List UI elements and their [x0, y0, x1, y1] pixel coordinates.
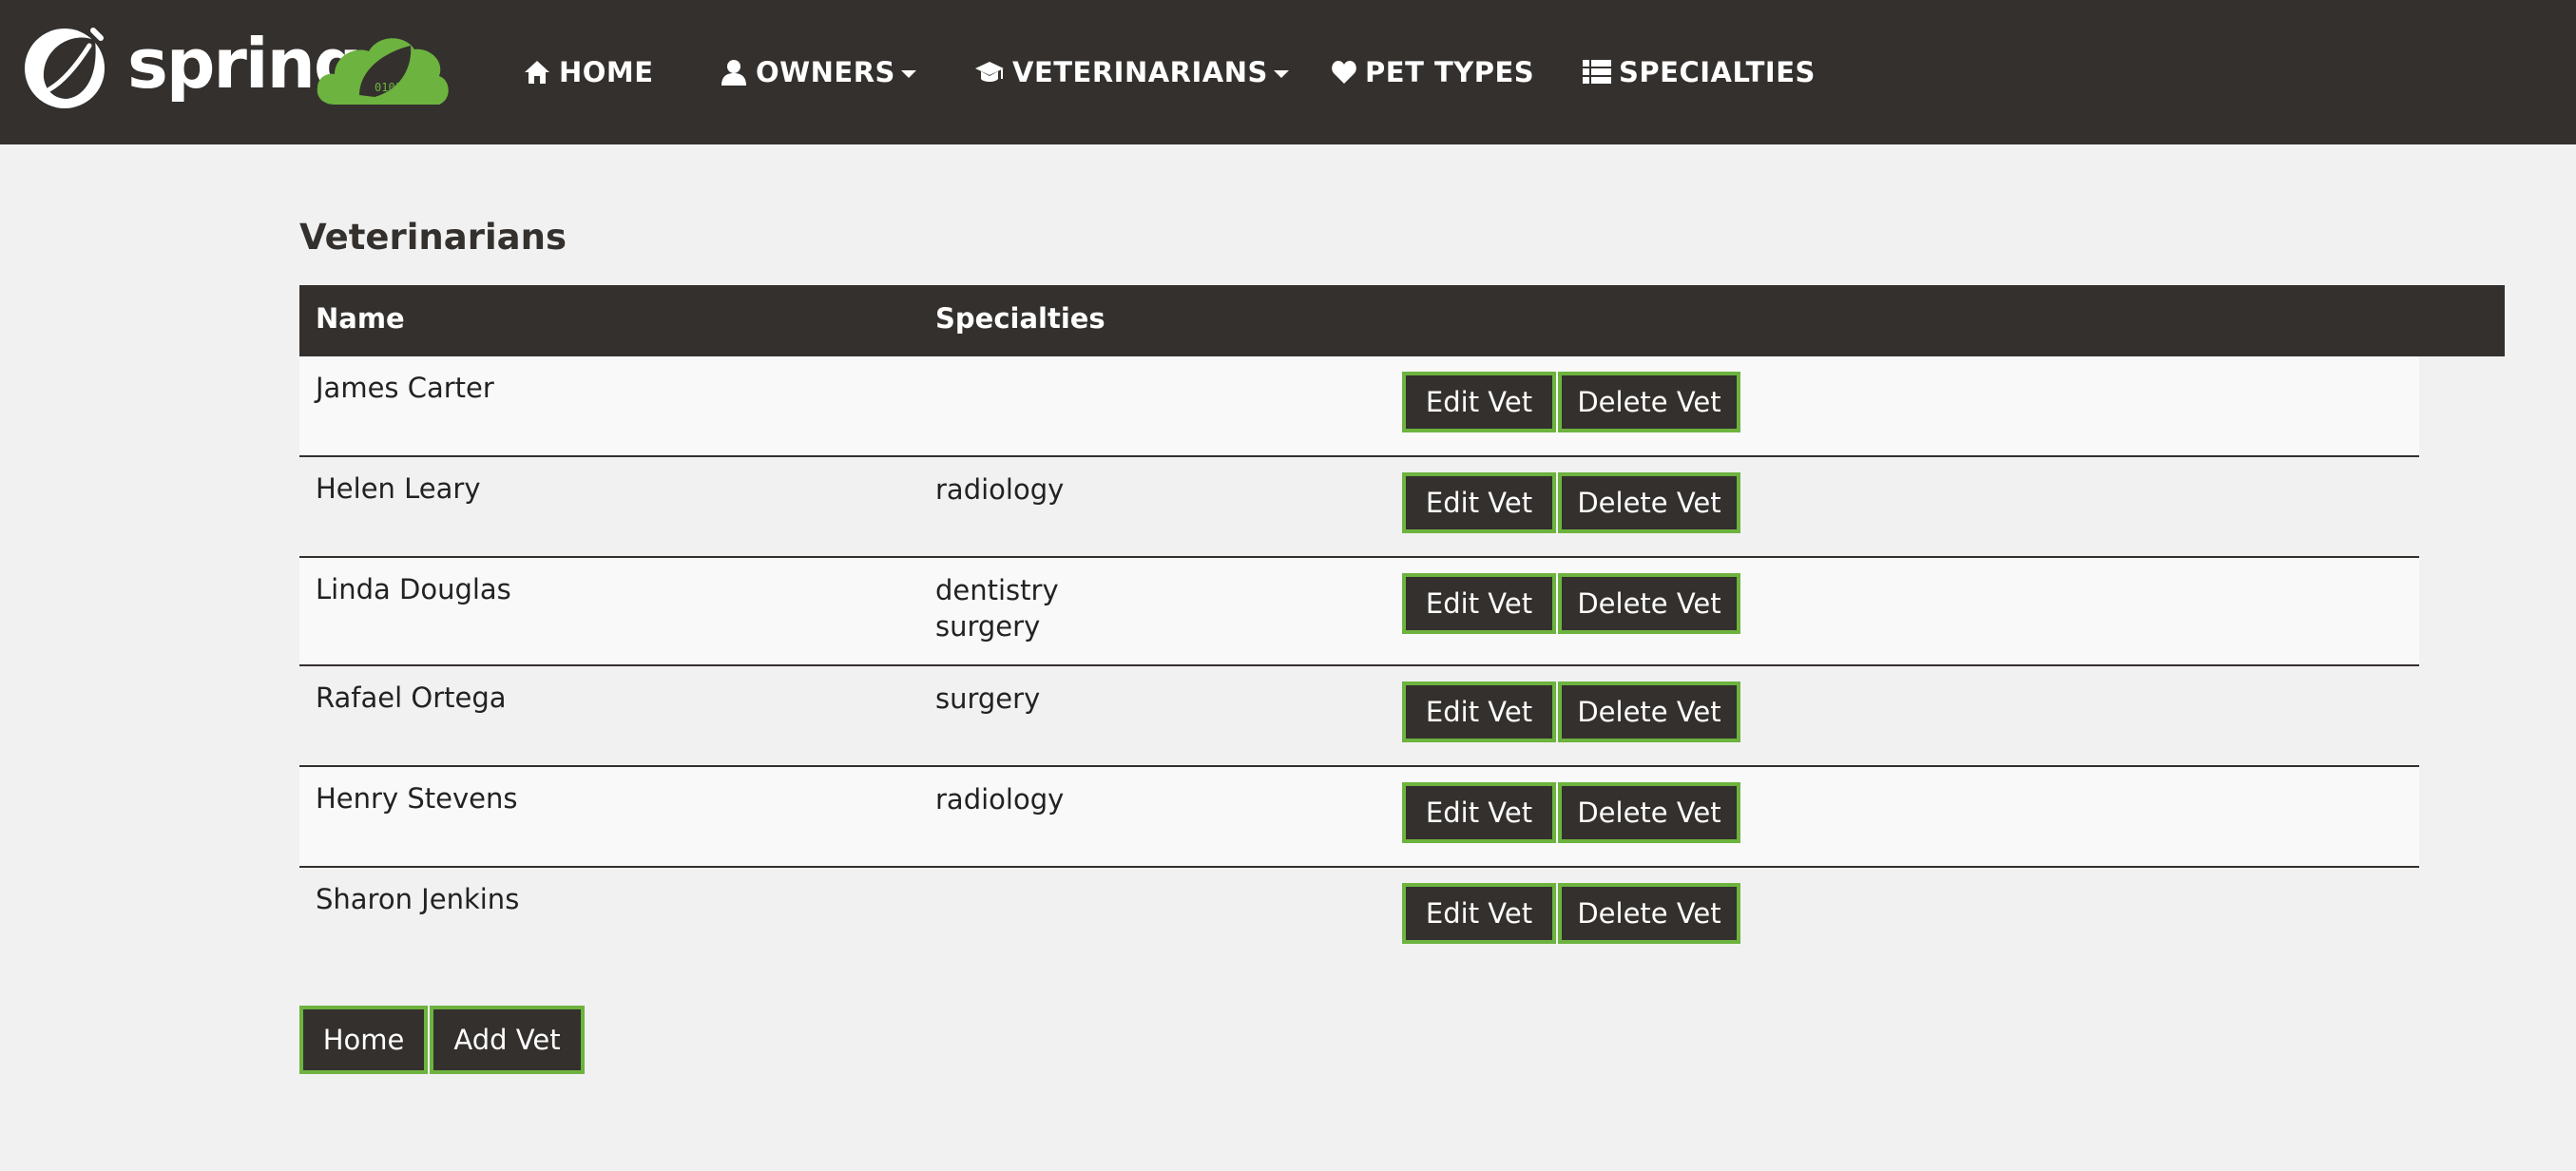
nav-pet-types-label: PET TYPES — [1365, 56, 1535, 88]
nav-owners-label: OWNERS — [756, 56, 895, 88]
vet-specialties: radiology — [935, 782, 1064, 818]
top-navbar: spring 01011 HOME OWNERS VETERINARIANS P… — [0, 0, 2576, 144]
nav-specialties-label: SPECIALTIES — [1619, 56, 1816, 88]
svg-text:01011: 01011 — [375, 81, 409, 94]
delete-vet-button[interactable]: Delete Vet — [1558, 681, 1740, 742]
specialty-item: surgery — [935, 610, 1041, 643]
row-actions: Edit Vet Delete Vet — [1402, 883, 1740, 944]
row-actions: Edit Vet Delete Vet — [1402, 372, 1740, 432]
chevron-down-icon — [900, 70, 916, 78]
graduation-cap-icon — [974, 58, 1005, 86]
edit-vet-button[interactable]: Edit Vet — [1402, 472, 1556, 533]
nav-home[interactable]: HOME — [523, 49, 654, 95]
list-icon — [1583, 59, 1611, 86]
table-header: Name Specialties — [299, 285, 2505, 356]
table-row: Helen Leary radiology Edit Vet Delete Ve… — [299, 457, 2419, 558]
row-actions: Edit Vet Delete Vet — [1402, 472, 1740, 533]
vet-name: Helen Leary — [316, 472, 481, 505]
chevron-down-icon — [1273, 70, 1289, 78]
user-icon — [720, 58, 748, 86]
table-row: Henry Stevens radiology Edit Vet Delete … — [299, 767, 2419, 868]
delete-vet-button[interactable]: Delete Vet — [1558, 372, 1740, 432]
vet-name: James Carter — [316, 372, 494, 404]
heart-icon — [1331, 59, 1357, 86]
edit-vet-button[interactable]: Edit Vet — [1402, 883, 1556, 944]
edit-vet-button[interactable]: Edit Vet — [1402, 372, 1556, 432]
nav-veterinarians[interactable]: VETERINARIANS — [974, 49, 1289, 95]
delete-vet-button[interactable]: Delete Vet — [1558, 573, 1740, 634]
edit-vet-button[interactable]: Edit Vet — [1402, 782, 1556, 843]
nav-veterinarians-label: VETERINARIANS — [1012, 56, 1268, 88]
vet-name: Sharon Jenkins — [316, 883, 520, 915]
table-row: Rafael Ortega surgery Edit Vet Delete Ve… — [299, 666, 2419, 767]
home-button[interactable]: Home — [299, 1006, 428, 1074]
vets-table: Name Specialties James Carter Edit Vet D… — [299, 285, 2505, 963]
row-actions: Edit Vet Delete Vet — [1402, 681, 1740, 742]
spring-logo-icon: spring 01011 — [25, 24, 449, 108]
spring-logo[interactable]: spring 01011 — [21, 21, 458, 125]
page-title: Veterinarians — [299, 217, 567, 258]
delete-vet-button[interactable]: Delete Vet — [1558, 883, 1740, 944]
nav-specialties[interactable]: SPECIALTIES — [1583, 49, 1816, 95]
row-actions: Edit Vet Delete Vet — [1402, 782, 1740, 843]
specialty-item: dentistry — [935, 574, 1059, 606]
vet-name: Rafael Ortega — [316, 681, 507, 714]
add-vet-button[interactable]: Add Vet — [430, 1006, 585, 1074]
specialty-item: radiology — [935, 783, 1065, 816]
column-header-name: Name — [316, 302, 405, 335]
vet-specialties: surgery — [935, 681, 1040, 718]
vet-name: Linda Douglas — [316, 573, 511, 605]
delete-vet-button[interactable]: Delete Vet — [1558, 782, 1740, 843]
vet-specialties: dentistry surgery — [935, 573, 1059, 645]
edit-vet-button[interactable]: Edit Vet — [1402, 573, 1556, 634]
nav-home-label: HOME — [559, 56, 654, 88]
vet-name: Henry Stevens — [316, 782, 518, 815]
table-row: Sharon Jenkins Edit Vet Delete Vet — [299, 868, 2419, 963]
specialty-item: radiology — [935, 473, 1065, 506]
edit-vet-button[interactable]: Edit Vet — [1402, 681, 1556, 742]
column-header-specialties: Specialties — [935, 302, 1105, 335]
table-row: Linda Douglas dentistry surgery Edit Vet… — [299, 558, 2419, 666]
table-row: James Carter Edit Vet Delete Vet — [299, 356, 2419, 457]
page-actions: Home Add Vet — [299, 1006, 585, 1074]
row-actions: Edit Vet Delete Vet — [1402, 573, 1740, 634]
nav-pet-types[interactable]: PET TYPES — [1331, 49, 1534, 95]
nav-owners[interactable]: OWNERS — [720, 49, 916, 95]
specialty-item: surgery — [935, 682, 1041, 715]
home-icon — [523, 58, 551, 86]
delete-vet-button[interactable]: Delete Vet — [1558, 472, 1740, 533]
vet-specialties: radiology — [935, 472, 1064, 509]
